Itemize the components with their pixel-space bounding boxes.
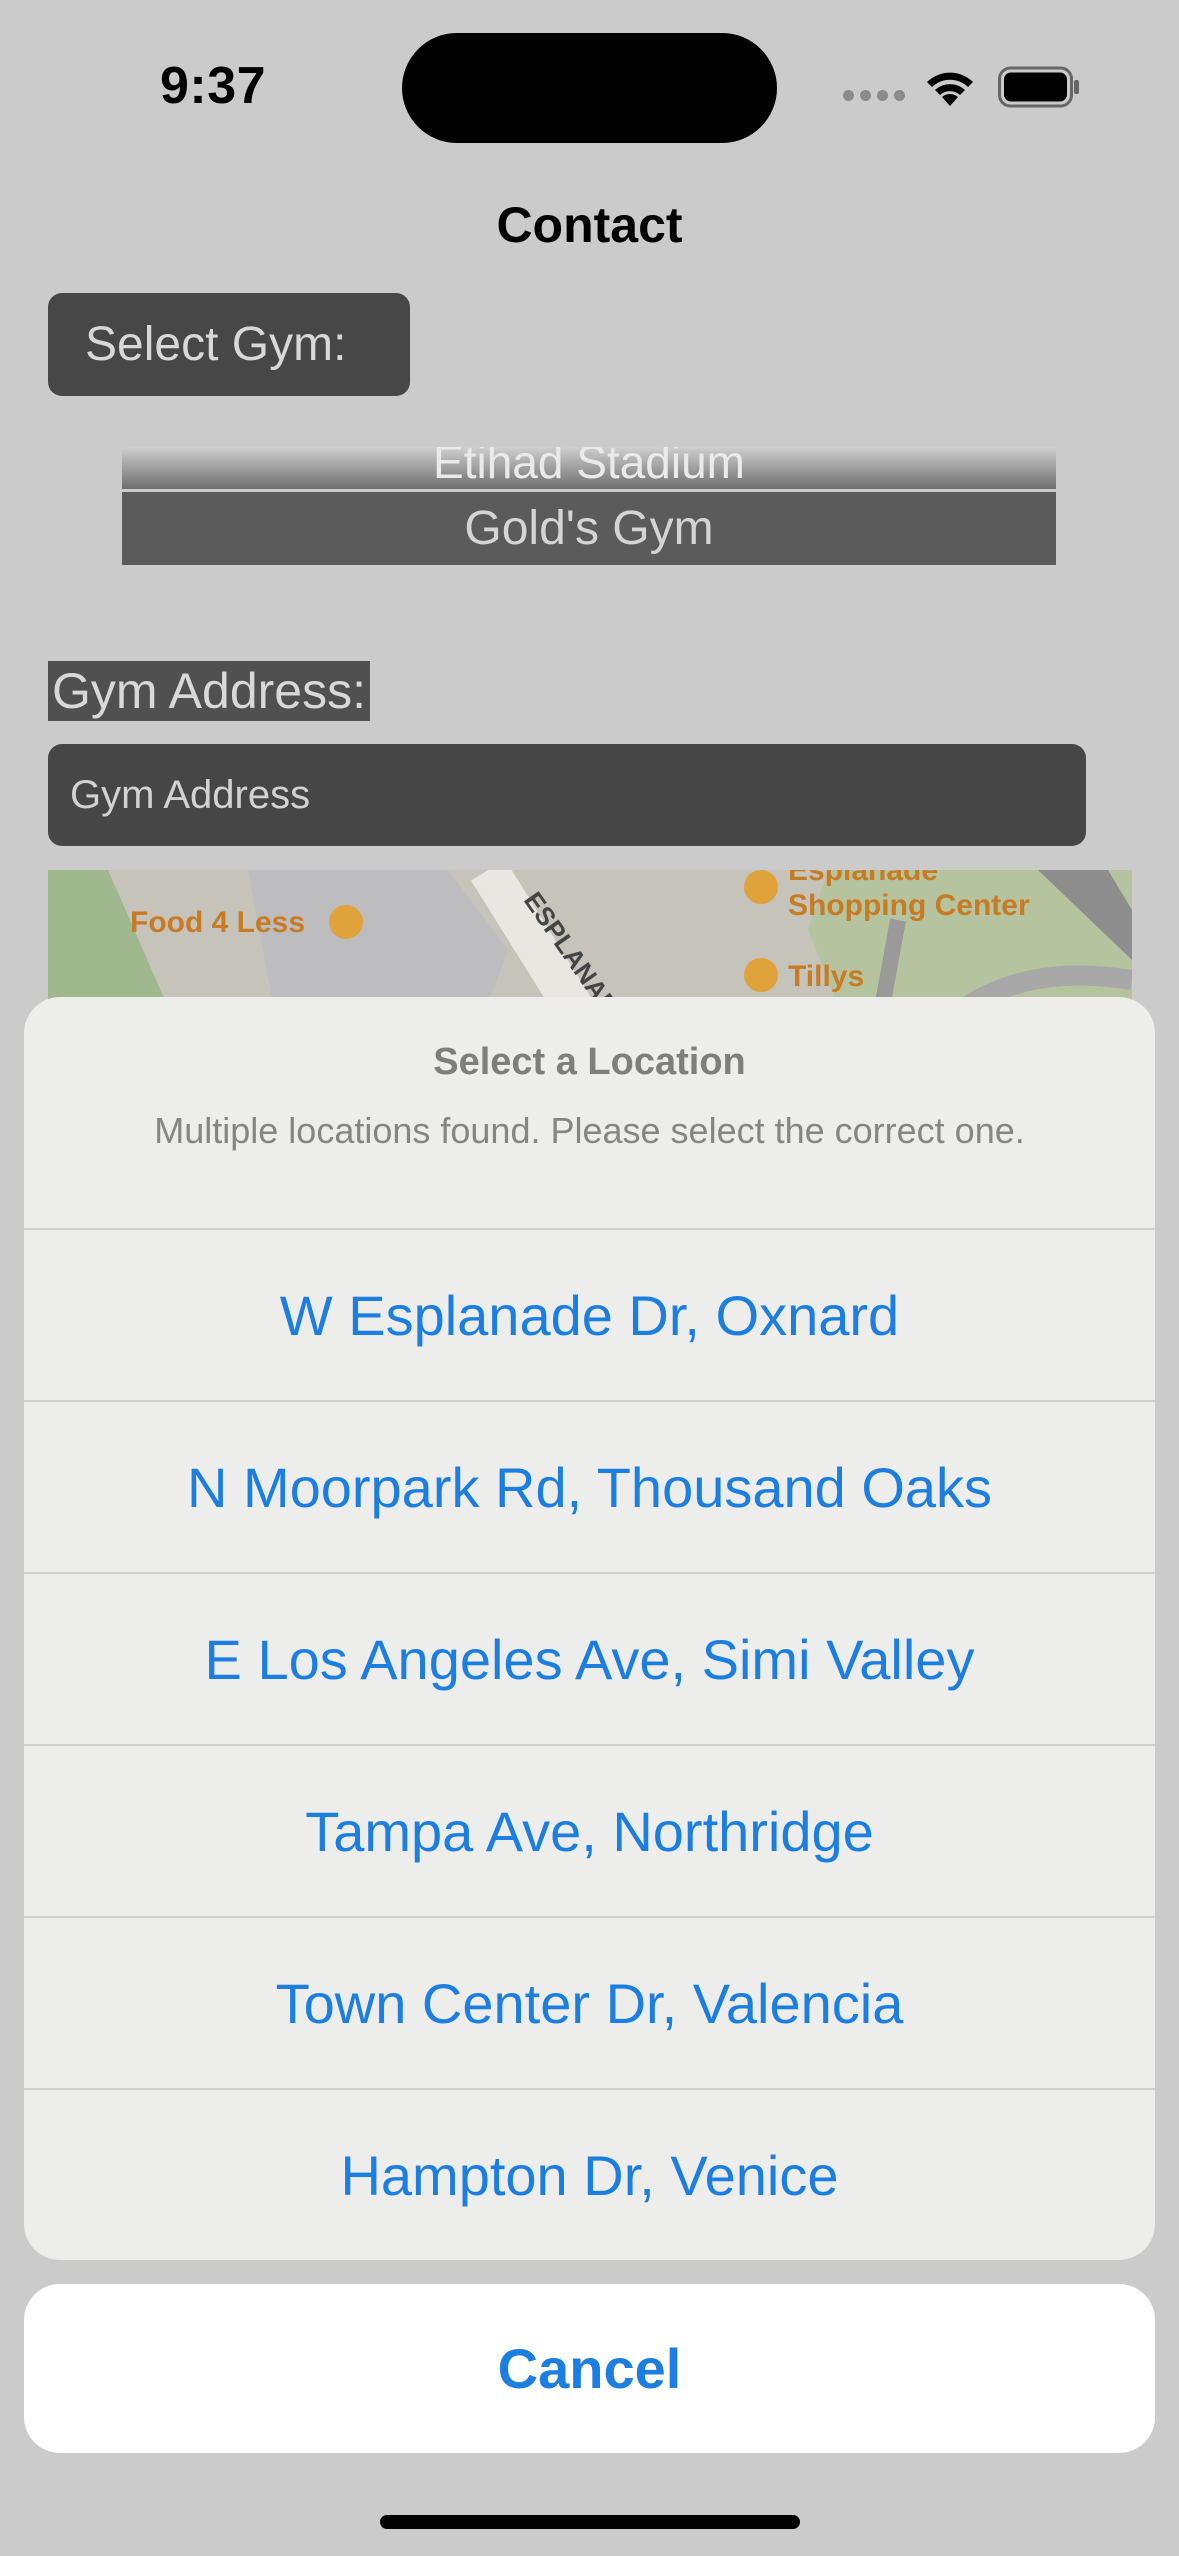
shopping-center-map-label: Shopping Center: [788, 889, 1030, 922]
picker-item-selected[interactable]: Gold's Gym: [122, 492, 1056, 565]
cancel-button[interactable]: Cancel: [24, 2284, 1155, 2453]
action-sheet-header: Select a Location Multiple locations fou…: [24, 997, 1155, 1228]
location-option-valencia[interactable]: Town Center Dr, Valencia: [24, 1916, 1155, 2088]
shopping-bag-icon: [744, 870, 778, 904]
screen: 9:37 Contact Select Gym: Etihad Stadium …: [0, 0, 1179, 2556]
action-sheet-message: Multiple locations found. Please select …: [154, 1110, 1025, 1151]
action-sheet-title: Select a Location: [433, 1041, 746, 1083]
action-sheet: Select a Location Multiple locations fou…: [24, 997, 1155, 2260]
picker-item-prev[interactable]: Etihad Stadium: [122, 447, 1056, 489]
location-option-simi-valley[interactable]: E Los Angeles Ave, Simi Valley: [24, 1572, 1155, 1744]
esplanade-map-label: Esplanade: [788, 870, 938, 887]
cellular-signal-icon: [843, 90, 905, 104]
gym-picker[interactable]: Etihad Stadium Gold's Gym: [122, 447, 1056, 565]
location-option-oxnard[interactable]: W Esplanade Dr, Oxnard: [24, 1228, 1155, 1400]
location-option-venice[interactable]: Hampton Dr, Venice: [24, 2088, 1155, 2260]
shopping-cart-icon: [329, 905, 363, 939]
location-option-thousand-oaks[interactable]: N Moorpark Rd, Thousand Oaks: [24, 1400, 1155, 1572]
food4less-map-label: Food 4 Less: [130, 906, 305, 939]
home-indicator[interactable]: [380, 2515, 800, 2529]
gym-address-field[interactable]: Gym Address: [48, 744, 1086, 846]
location-option-northridge[interactable]: Tampa Ave, Northridge: [24, 1744, 1155, 1916]
gym-address-label: Gym Address:: [48, 661, 370, 721]
battery-icon: [998, 66, 1079, 108]
tillys-map-label: Tillys: [788, 960, 864, 993]
tillys-store-icon: [744, 958, 778, 992]
page-title: Contact: [496, 197, 683, 253]
wifi-icon: [927, 72, 973, 106]
dynamic-island: [402, 33, 777, 143]
status-time: 9:37: [160, 57, 267, 115]
select-gym-button[interactable]: Select Gym:: [48, 293, 410, 396]
